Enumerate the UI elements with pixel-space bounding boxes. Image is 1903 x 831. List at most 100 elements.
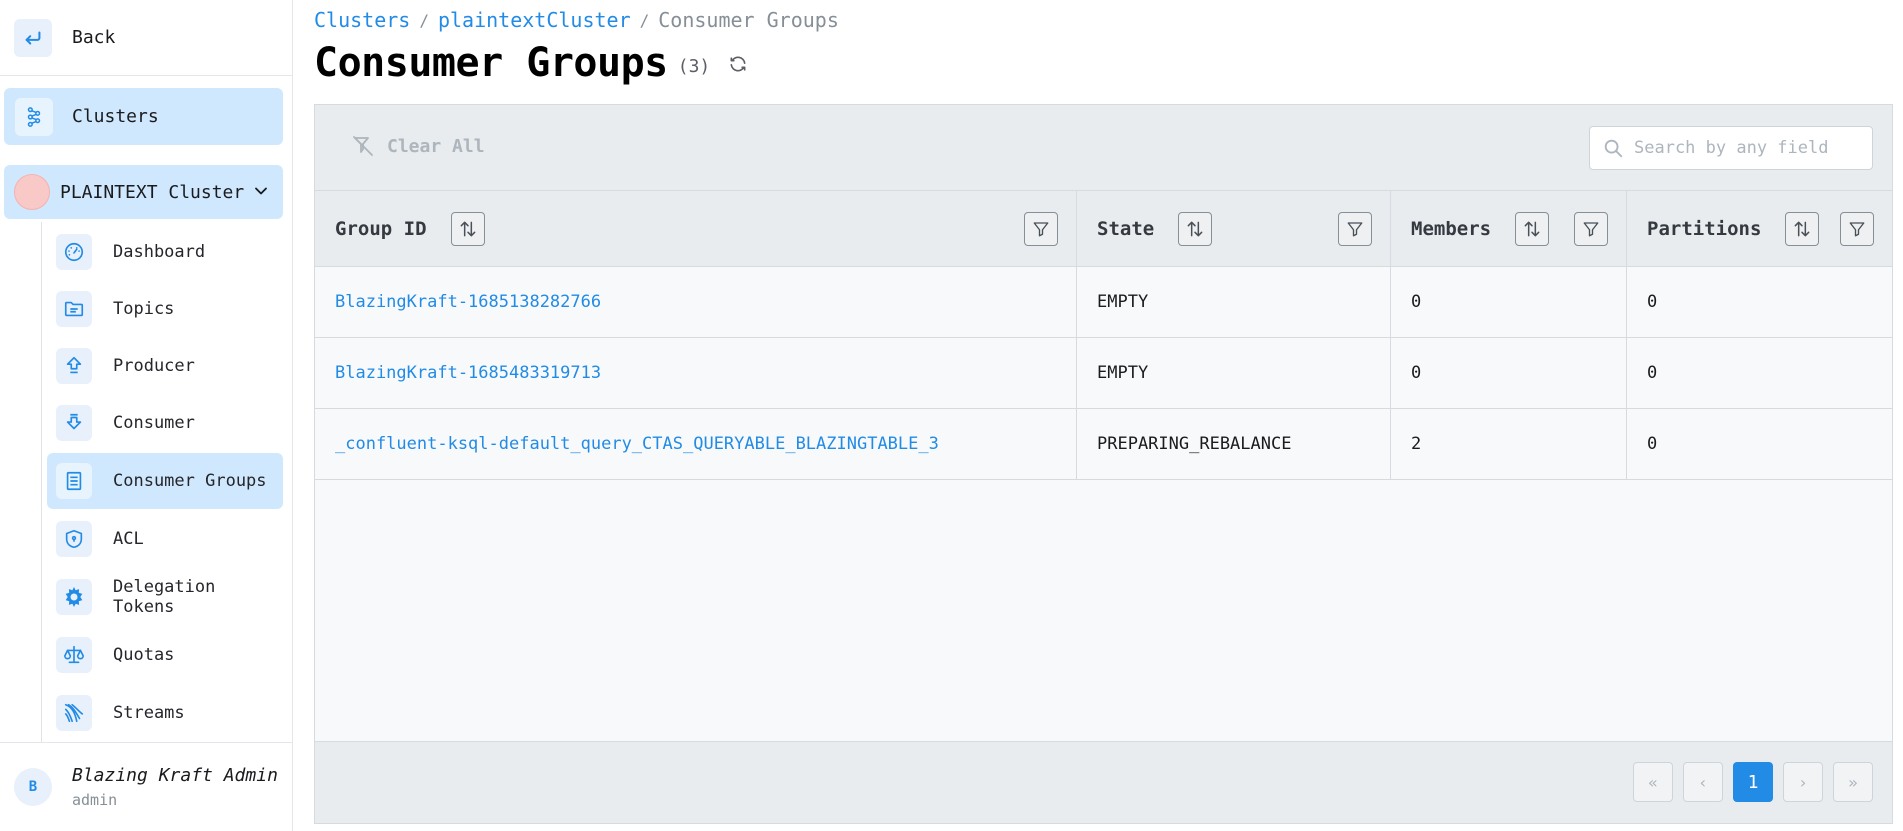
chevron-down-icon [251, 181, 271, 205]
back-label: Back [72, 27, 116, 48]
sidebar-item-label: Topics [113, 299, 175, 319]
breadcrumb-separator: / [419, 10, 429, 30]
clusters-label: Clusters [72, 106, 159, 127]
submenu-divider [41, 222, 42, 742]
dashboard-icon [56, 234, 92, 270]
sort-icon[interactable] [1515, 211, 1550, 246]
table-toolbar: Clear All [315, 105, 1892, 191]
cluster-color-dot [14, 174, 50, 210]
column-label: Members [1411, 217, 1492, 240]
group-count: (3) [677, 55, 711, 77]
clear-all-label: Clear All [387, 135, 485, 157]
sort-icon[interactable] [1785, 211, 1820, 246]
breadcrumb-clusters[interactable]: Clusters [314, 8, 410, 32]
scale-icon [56, 637, 92, 673]
group-id-link[interactable]: BlazingKraft-1685483319713 [315, 338, 1077, 408]
sidebar-item-consumer[interactable]: Consumer [47, 395, 283, 451]
group-partitions: 0 [1647, 292, 1658, 312]
user-role: admin [72, 791, 118, 809]
sort-icon[interactable] [1178, 211, 1213, 246]
filter-off-icon [353, 136, 373, 156]
first-page-button[interactable]: « [1633, 762, 1673, 802]
refresh-icon[interactable] [728, 54, 748, 78]
breadcrumb-current: Consumer Groups [658, 8, 839, 32]
group-members: 0 [1391, 338, 1627, 408]
sidebar-item-label: Dashboard [113, 242, 206, 262]
cluster-selector[interactable]: PLAINTEXT Cluster [4, 165, 283, 219]
streams-icon [56, 695, 92, 731]
avatar: B [14, 768, 52, 806]
group-members: 0 [1391, 267, 1627, 337]
topics-icon [56, 291, 92, 327]
sidebar-item-clusters[interactable]: Clusters [4, 88, 283, 145]
group-members: 2 [1391, 409, 1627, 479]
sidebar-item-label: Streams [113, 703, 185, 723]
producer-icon [56, 348, 92, 384]
filter-icon[interactable] [1024, 212, 1058, 246]
group-id-link[interactable]: _confluent-ksql-default_query_CTAS_QUERY… [315, 409, 1077, 479]
clear-all-button[interactable]: Clear All [351, 134, 485, 158]
sidebar-item-label: Delegation Tokens [113, 577, 216, 617]
user-name: Blazing Kraft Admin [72, 765, 278, 786]
sidebar-item-producer[interactable]: Producer [47, 338, 283, 394]
filter-icon[interactable] [1338, 212, 1372, 246]
group-state: PREPARING_REBALANCE [1077, 409, 1391, 479]
breadcrumb: Clusters / plaintextCluster / Consumer G… [314, 8, 839, 32]
group-partitions: 0 [1647, 363, 1658, 383]
column-label: State [1097, 217, 1155, 240]
sidebar-item-consumer-groups[interactable]: Consumer Groups [47, 453, 283, 509]
column-header-state: State [1077, 191, 1391, 266]
sidebar-item-label: ACL [113, 529, 144, 549]
column-header-partitions: Partitions [1627, 191, 1892, 266]
sidebar-item-label: Consumer [113, 413, 195, 433]
search-input[interactable] [1634, 138, 1854, 158]
sort-icon[interactable] [450, 211, 485, 246]
table-row: BlazingKraft-1685138282766 EMPTY 0 0 [315, 267, 1892, 338]
sidebar-item-label: Producer [113, 356, 195, 376]
column-label: Group ID [335, 217, 427, 240]
table-row: _confluent-ksql-default_query_CTAS_QUERY… [315, 409, 1892, 480]
table-header: Group ID State Members Partitions [315, 191, 1892, 267]
pagination: « ‹ 1 › » [1633, 762, 1873, 802]
last-page-button[interactable]: » [1833, 762, 1873, 802]
group-id-link[interactable]: BlazingKraft-1685138282766 [315, 267, 1077, 337]
breadcrumb-cluster[interactable]: plaintextCluster [438, 8, 631, 32]
sidebar-item-label: Quotas [113, 645, 175, 665]
shield-icon [56, 521, 92, 557]
column-header-group-id: Group ID [315, 191, 1077, 266]
search-icon [1604, 139, 1623, 158]
page-1-button[interactable]: 1 [1733, 762, 1773, 802]
page-title: Consumer Groups [314, 40, 668, 86]
table-body: BlazingKraft-1685138282766 EMPTY 0 0 Bla… [315, 267, 1892, 480]
sidebar-item-topics[interactable]: Topics [47, 281, 283, 337]
group-state: EMPTY [1077, 267, 1391, 337]
sidebar-item-delegation-tokens[interactable]: Delegation Tokens [47, 569, 283, 625]
table-footer: « ‹ 1 › » [315, 741, 1892, 823]
sidebar: Back Clusters PLAINTEXT Cluster Dashboar… [0, 0, 293, 831]
clusters-icon [15, 97, 53, 136]
token-icon [56, 579, 92, 615]
filter-icon[interactable] [1574, 212, 1608, 246]
cluster-name: PLAINTEXT Cluster [60, 181, 245, 203]
sidebar-item-streams[interactable]: Streams [47, 685, 283, 741]
page-header: Consumer Groups (3) [314, 40, 748, 86]
next-page-button[interactable]: › [1783, 762, 1823, 802]
user-profile[interactable]: B Blazing Kraft Admin admin [0, 742, 293, 831]
group-state: EMPTY [1077, 338, 1391, 408]
column-label: Partitions [1647, 217, 1762, 240]
consumer-groups-icon [56, 463, 92, 499]
prev-page-button[interactable]: ‹ [1683, 762, 1723, 802]
back-button[interactable]: Back [0, 0, 293, 76]
filter-icon[interactable] [1840, 212, 1874, 246]
sidebar-item-dashboard[interactable]: Dashboard [47, 224, 283, 280]
consumer-icon [56, 405, 92, 441]
search-box [1589, 126, 1873, 170]
sidebar-item-acl[interactable]: ACL [47, 511, 283, 567]
back-arrow-icon [14, 18, 52, 57]
sidebar-item-label: Consumer Groups [113, 471, 267, 491]
table-row: BlazingKraft-1685483319713 EMPTY 0 0 [315, 338, 1892, 409]
sidebar-item-quotas[interactable]: Quotas [47, 627, 283, 683]
column-header-members: Members [1391, 191, 1627, 266]
breadcrumb-separator: / [639, 10, 650, 30]
consumer-groups-table-panel: Clear All Group ID State Members Partiti… [314, 104, 1893, 824]
